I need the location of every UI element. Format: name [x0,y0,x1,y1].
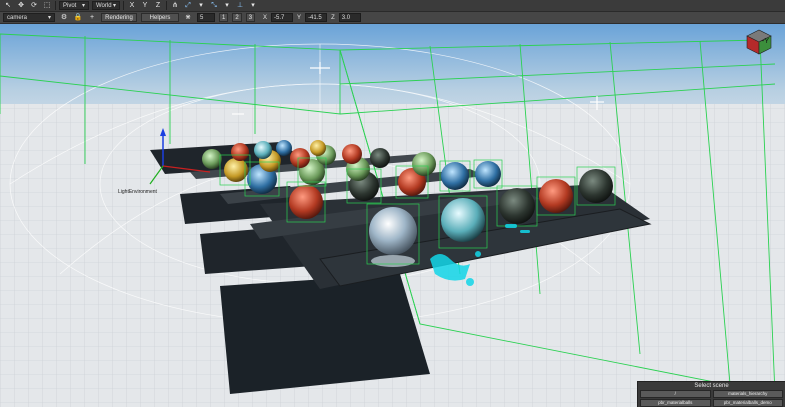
chevron-down-icon: ▾ [81,2,85,9]
rotate-tool-icon[interactable]: ⟳ [29,1,39,10]
z-coord-label: Z [331,14,335,21]
dropdown-arrow-icon[interactable]: ▾ [196,1,206,10]
z-coord-field[interactable]: 3.0 [338,13,361,22]
3d-viewport[interactable]: LightEnvironment [0,24,785,407]
dropdown-arrow-icon[interactable]: ▾ [222,1,232,10]
space-label: World [96,2,112,9]
material-ball[interactable] [342,144,362,164]
scene-panel-title: Select scene [694,383,729,389]
scene-buttons-row: / materials_hierarchy [638,390,785,398]
material-ball[interactable] [412,152,436,176]
y-coord-label: Y [297,14,302,21]
material-ball[interactable] [499,188,535,224]
material-ball[interactable] [441,198,485,242]
toolbar-separator [55,1,56,10]
camera-value: camera [7,14,28,21]
view-cube-icon[interactable] [741,26,777,56]
snap-icon[interactable]: ⋔ [170,1,180,10]
material-ball[interactable] [254,141,272,159]
material-ball[interactable] [289,185,323,219]
pivot-anchor-icon[interactable]: ⊥ [235,1,245,10]
material-ball[interactable] [539,179,573,213]
view-button-1[interactable]: 1 [219,13,229,22]
rendering-button[interactable]: Rendering [101,13,137,22]
scale-tool-icon[interactable]: ⬚ [42,1,52,10]
y-coord-field[interactable]: -41.5 [305,13,328,22]
main-toolbar: ↖ ✥ ⟳ ⬚ Pivot ▾ World ▾ X Y Z ⋔ ⤢ ▾ ⤡ ▾ ⊥ … [0,0,785,12]
x-coord-label: X [263,14,268,21]
view-cube[interactable]: -Y [741,26,777,56]
settings-icon[interactable]: ⚙ [59,13,69,22]
scene-render[interactable] [0,24,785,407]
material-ball[interactable] [441,162,469,190]
chevron-down-icon: ▾ [112,2,116,9]
helpers-button[interactable]: Helpers [141,13,179,22]
scene-buttons-row: pbr_materialballs pbr_materialballs_demo [638,399,785,407]
toolbar-separator [166,1,167,10]
ball-stand [371,255,415,267]
scene-button-root[interactable]: / [640,390,711,398]
scene-selector-panel: Select scene / materials_hierarchy pbr_m… [637,381,785,407]
add-icon[interactable]: + [87,13,97,22]
pivot-dropdown[interactable]: Pivot ▾ [59,1,89,10]
move-tool-icon[interactable]: ✥ [16,1,26,10]
axis-y-toggle[interactable]: Y [140,1,150,10]
scene-button-pbr-materialballs-demo[interactable]: pbr_materialballs_demo [712,399,783,407]
material-ball[interactable] [310,140,326,156]
scene-button-pbr-materialballs[interactable]: pbr_materialballs [640,399,711,407]
view-button-3[interactable]: 3 [245,13,256,22]
material-ball[interactable] [202,149,222,169]
light-environment-label: LightEnvironment [118,189,157,195]
align-icon[interactable]: ⤡ [209,1,219,10]
scene-button-materials-hierarchy[interactable]: materials_hierarchy [712,390,783,398]
snap-value-field[interactable]: 5 [197,13,215,22]
material-ball[interactable] [276,140,292,156]
chevron-down-icon: ▾ [47,14,51,21]
view-toolbar: camera ▾ ⚙ 🔒 + Rendering Helpers ⋇ 5 1 2 … [0,12,785,24]
grid-snap-icon[interactable]: ⋇ [183,13,193,22]
select-arrow-icon[interactable]: ↖ [3,1,13,10]
view-cube-label: -Y [762,38,769,45]
transform-mode-icon[interactable]: ⤢ [183,1,193,10]
lock-icon[interactable]: 🔒 [73,13,83,22]
toolbar-separator [123,1,124,10]
pivot-label: Pivot [63,2,77,9]
material-ball[interactable] [475,161,501,187]
material-ball[interactable] [224,158,248,182]
material-ball[interactable] [231,143,249,161]
x-coord-field[interactable]: -5.7 [271,13,294,22]
axis-x-toggle[interactable]: X [127,1,137,10]
material-ball[interactable] [579,169,613,203]
camera-dropdown[interactable]: camera ▾ [3,13,55,22]
axis-z-toggle[interactable]: Z [153,1,163,10]
view-button-2[interactable]: 2 [232,13,242,22]
space-dropdown[interactable]: World ▾ [92,1,120,10]
material-ball[interactable] [369,207,417,255]
dropdown-arrow-icon[interactable]: ▾ [248,1,258,10]
material-ball[interactable] [370,148,390,168]
